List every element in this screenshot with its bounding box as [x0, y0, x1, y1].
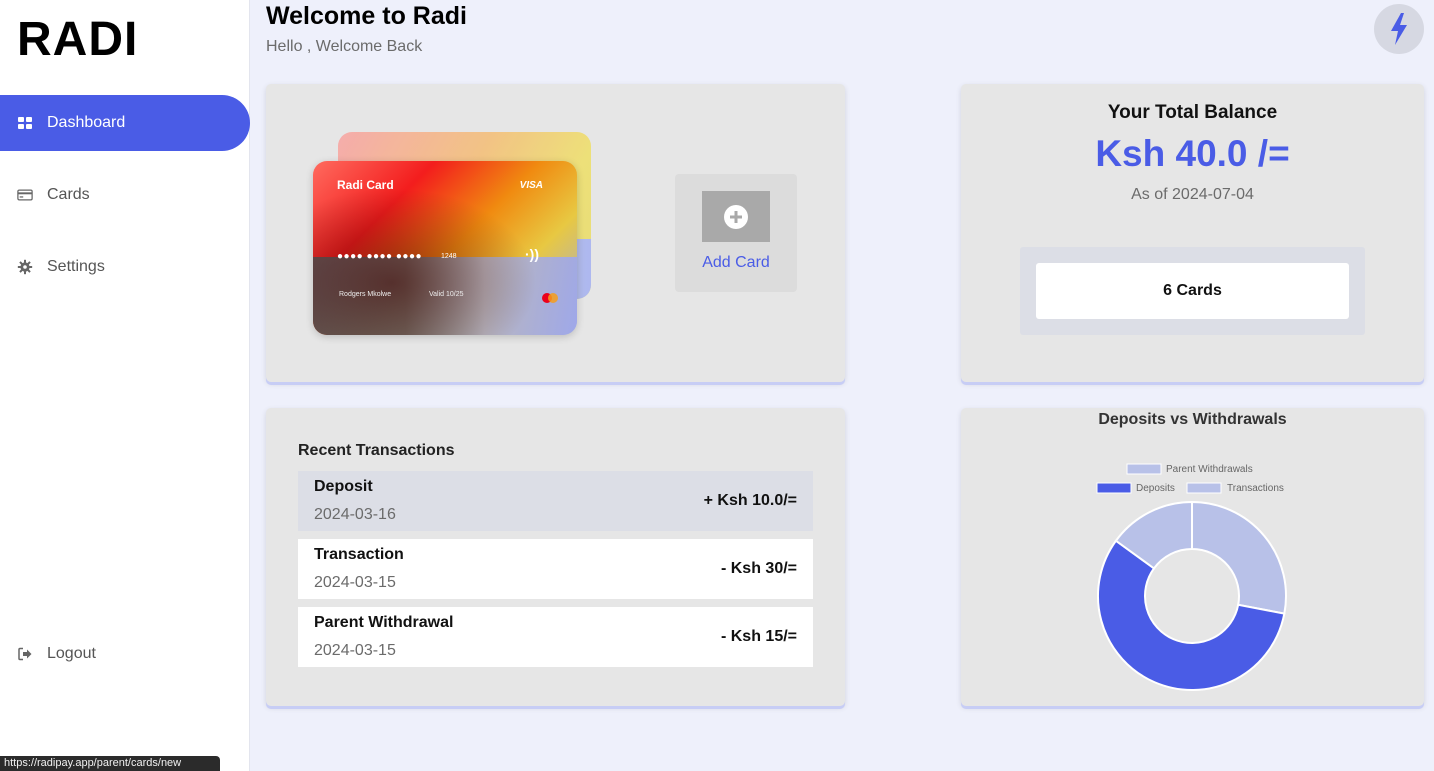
sidebar-item-label: Settings: [47, 258, 105, 275]
bolt-icon: [1391, 13, 1407, 45]
card-preview-front[interactable]: Radi Card VISA ●●●● ●●●● ●●●● 1248 ·)) R…: [313, 161, 577, 335]
transaction-date: 2024-03-15: [314, 574, 396, 591]
transaction-amount: - Ksh 30/=: [720, 560, 797, 577]
logout-icon: [16, 645, 34, 663]
card-last4: 1248: [441, 253, 457, 260]
sidebar-item-label: Dashboard: [47, 114, 126, 131]
legend-swatch-parent-withdrawals[interactable]: [1126, 463, 1162, 475]
donut-chart: Parent Withdrawals Deposits Transactions: [1096, 463, 1287, 691]
transaction-row[interactable]: Transaction 2024-03-15 - Ksh 30/=: [298, 539, 813, 599]
sidebar-item-label: Cards: [47, 186, 90, 203]
add-card-button[interactable]: Add Card: [675, 174, 797, 292]
transaction-amount: - Ksh 15/=: [720, 628, 797, 645]
chart-panel: Deposits vs Withdrawals Parent Withdrawa…: [961, 408, 1424, 706]
add-card-thumbnail: [702, 191, 770, 242]
legend-label-deposits[interactable]: Deposits: [1136, 483, 1175, 494]
contactless-icon: ·)): [525, 246, 539, 262]
page-title: Welcome to Radi: [266, 2, 467, 30]
logout-button[interactable]: Logout: [0, 626, 250, 682]
card-brand: VISA: [519, 180, 543, 191]
cards-count-button[interactable]: 6 Cards: [1036, 263, 1349, 319]
transaction-name: Parent Withdrawal: [314, 614, 454, 631]
transactions-panel: Recent Transactions Deposit 2024-03-16 +…: [266, 408, 845, 706]
transaction-name: Transaction: [314, 546, 404, 563]
transaction-date: 2024-03-15: [314, 642, 396, 659]
sidebar-item-settings[interactable]: Settings: [0, 239, 250, 295]
legend-swatch-deposits[interactable]: [1096, 482, 1132, 494]
card-holder: Rodgers Mkolwe: [339, 291, 392, 298]
cards-count-container: 6 Cards: [1020, 247, 1365, 335]
sidebar-item-cards[interactable]: Cards: [0, 167, 250, 223]
gear-icon: [16, 258, 34, 276]
transaction-date: 2024-03-16: [314, 506, 396, 523]
add-card-label: Add Card: [702, 254, 770, 271]
transaction-row[interactable]: Deposit 2024-03-16 + Ksh 10.0/=: [298, 471, 813, 531]
donut-slice-parent-withdrawals[interactable]: [1191, 500, 1287, 615]
transaction-row[interactable]: Parent Withdrawal 2024-03-15 - Ksh 15/=: [298, 607, 813, 667]
mastercard-icon: [542, 293, 558, 303]
app-logo: RADI: [17, 13, 139, 66]
legend-label-transactions[interactable]: Transactions: [1227, 483, 1284, 494]
legend-swatch-transactions[interactable]: [1186, 482, 1222, 494]
balance-title: Your Total Balance: [1107, 102, 1278, 123]
card-number-mask: ●●●● ●●●● ●●●●: [337, 251, 423, 262]
quick-action-button[interactable]: [1374, 4, 1424, 54]
balance-amount: Ksh 40.0 /=: [1095, 133, 1290, 174]
status-bar-url: https://radipay.app/parent/cards/new: [0, 756, 220, 771]
sidebar: RADI Dashboard Cards Settings Logout htt…: [0, 0, 250, 771]
grid-icon: [16, 114, 34, 132]
plus-circle-icon: [724, 204, 748, 229]
cards-panel: Radi Card VISA ●●●● ●●●● ●●●● 1248 ·)) R…: [266, 84, 845, 382]
legend-label-parent-withdrawals[interactable]: Parent Withdrawals: [1166, 464, 1253, 475]
credit-card-icon: [16, 186, 34, 204]
card-name: Radi Card: [337, 178, 394, 192]
page-subtitle: Hello , Welcome Back: [266, 38, 423, 55]
transaction-amount: + Ksh 10.0/=: [703, 492, 797, 509]
transaction-name: Deposit: [314, 478, 373, 495]
card-valid: Valid 10/25: [429, 291, 464, 298]
sidebar-item-dashboard[interactable]: Dashboard: [0, 95, 250, 151]
logout-label: Logout: [47, 645, 96, 662]
balance-date: As of 2024-07-04: [1131, 186, 1254, 203]
transactions-title: Recent Transactions: [298, 442, 455, 459]
balance-panel: Your Total Balance Ksh 40.0 /= As of 202…: [961, 84, 1424, 382]
